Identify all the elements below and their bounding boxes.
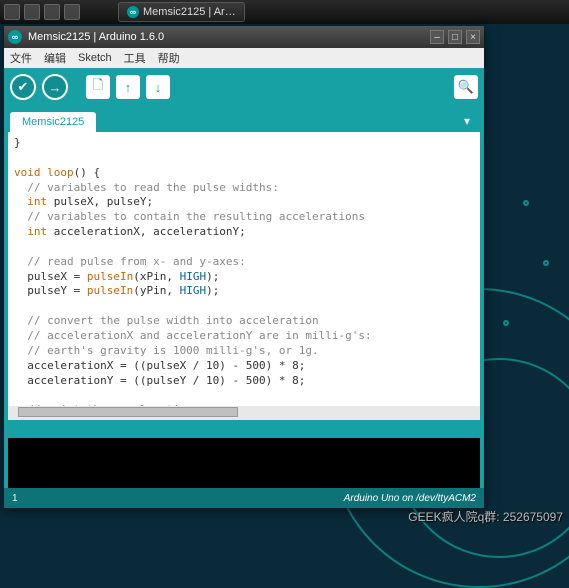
menu-file[interactable]: 文件 bbox=[10, 50, 32, 66]
menu-sketch[interactable]: Sketch bbox=[78, 52, 112, 64]
console-panel[interactable] bbox=[4, 438, 484, 488]
verify-button[interactable]: ✔ bbox=[10, 74, 36, 100]
minimize-button[interactable]: – bbox=[430, 30, 444, 44]
save-sketch-button[interactable]: ↓ bbox=[146, 75, 170, 99]
arduino-logo-icon: ∞ bbox=[127, 6, 139, 18]
status-line-number: 1 bbox=[12, 493, 18, 504]
arduino-logo-icon: ∞ bbox=[8, 30, 22, 44]
window-titlebar[interactable]: ∞ Memsic2125 | Arduino 1.6.0 – □ × bbox=[4, 26, 484, 48]
taskbar-files-icon[interactable] bbox=[44, 4, 60, 20]
sketch-tab[interactable]: Memsic2125 bbox=[10, 112, 96, 132]
menu-help[interactable]: 帮助 bbox=[158, 50, 180, 66]
watermark-text: GEEK疯人院q群: 252675097 bbox=[408, 508, 563, 525]
taskbar-app-arduino[interactable]: ∞ Memsic2125 | Ar… bbox=[118, 2, 245, 22]
editor-horizontal-scrollbar[interactable] bbox=[4, 406, 484, 420]
arduino-ide-window: ∞ Memsic2125 | Arduino 1.6.0 – □ × 文件 编辑… bbox=[4, 26, 484, 508]
taskbar-workspace-icon[interactable] bbox=[24, 4, 40, 20]
taskbar-menu-icon[interactable] bbox=[4, 4, 20, 20]
message-bar bbox=[4, 420, 484, 438]
menu-bar: 文件 编辑 Sketch 工具 帮助 bbox=[4, 48, 484, 68]
tab-menu-button[interactable]: ▾ bbox=[456, 110, 478, 132]
status-bar: 1 Arduino Uno on /dev/ttyACM2 bbox=[4, 488, 484, 508]
status-board-port: Arduino Uno on /dev/ttyACM2 bbox=[344, 493, 476, 504]
close-button[interactable]: × bbox=[466, 30, 480, 44]
taskbar-terminal-icon[interactable] bbox=[64, 4, 80, 20]
code-editor[interactable]: } void loop() { // variables to read the… bbox=[4, 132, 484, 406]
menu-edit[interactable]: 编辑 bbox=[44, 50, 66, 66]
scrollbar-thumb[interactable] bbox=[18, 407, 238, 417]
upload-button[interactable]: → bbox=[42, 74, 68, 100]
new-sketch-button[interactable]: 🗋 bbox=[86, 75, 110, 99]
maximize-button[interactable]: □ bbox=[448, 30, 462, 44]
tab-bar: Memsic2125 ▾ bbox=[4, 106, 484, 132]
taskbar-app-label: Memsic2125 | Ar… bbox=[143, 6, 236, 18]
toolbar: ✔ → 🗋 ↑ ↓ 🔍 bbox=[4, 68, 484, 106]
window-title: Memsic2125 | Arduino 1.6.0 bbox=[28, 31, 164, 43]
open-sketch-button[interactable]: ↑ bbox=[116, 75, 140, 99]
os-taskbar: ∞ Memsic2125 | Ar… bbox=[0, 0, 569, 24]
serial-monitor-button[interactable]: 🔍 bbox=[454, 75, 478, 99]
menu-tools[interactable]: 工具 bbox=[124, 50, 146, 66]
